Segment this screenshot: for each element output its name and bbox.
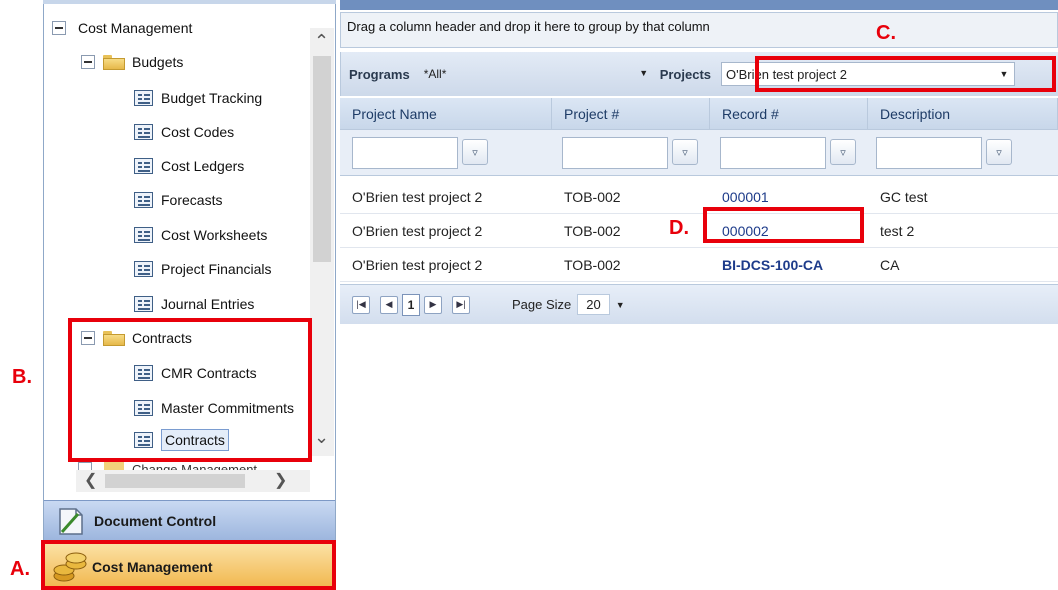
chevron-left-icon[interactable]: ❮ (84, 472, 97, 490)
collapse-icon[interactable] (52, 21, 66, 35)
document-control-label: Document Control (94, 512, 217, 529)
cell-project-number: TOB-002 (564, 257, 621, 273)
tree-item-cost-ledgers[interactable]: Cost Ledgers (134, 154, 244, 178)
tree-item-label: Project Financials (161, 261, 272, 277)
tree-item-label: Forecasts (161, 192, 223, 208)
cell-project-name: O'Brien test project 2 (352, 223, 483, 239)
annotation-label-d: D. (669, 217, 689, 239)
cell-description: CA (880, 257, 900, 273)
tree-item-label: Cost Ledgers (161, 158, 245, 174)
chevron-right-icon[interactable]: ❯ (274, 472, 287, 490)
filter-icon[interactable]: ▿ (672, 139, 698, 165)
cell-project-name: O'Brien test project 2 (352, 189, 483, 205)
programs-dropdown[interactable]: *All* ▼ (420, 62, 654, 86)
last-page-icon[interactable]: ▶| (452, 295, 470, 314)
page-size-value[interactable]: 20 (577, 294, 610, 315)
tree-node-budgets[interactable]: Budgets (81, 50, 183, 74)
tree-item-journal-entries[interactable]: Journal Entries (134, 292, 254, 316)
tree-item-cost-codes[interactable]: Cost Codes (134, 120, 234, 144)
previous-page-icon[interactable]: ◀ (380, 295, 398, 314)
next-page-icon[interactable]: ▶ (424, 295, 442, 314)
annotation-box-d (703, 207, 864, 243)
cell-project-number: TOB-002 (564, 223, 621, 239)
chevron-down-icon[interactable]: ⌄ (314, 428, 329, 446)
first-page-icon[interactable]: |◀ (352, 295, 370, 314)
annotation-box-b (68, 318, 312, 462)
panel-top-strip (43, 0, 336, 4)
annotation-box-c (755, 56, 1056, 92)
cell-project-number: TOB-002 (564, 189, 621, 205)
filter-icon[interactable]: ▿ (830, 139, 856, 165)
tree-item-cost-worksheets[interactable]: Cost Worksheets (134, 223, 267, 247)
grid-pager: |◀ ◀ 1 ▶ ▶| Page Size 20 ▼ (340, 284, 1058, 324)
vertical-scroll-thumb[interactable] (313, 56, 331, 262)
tree-item-project-financials[interactable]: Project Financials (134, 257, 272, 281)
form-icon (134, 192, 153, 208)
group-hint-text: Drag a column header and drop it here to… (347, 19, 710, 34)
filter-input-project-name[interactable] (352, 137, 458, 169)
form-icon (134, 296, 153, 312)
tree-item-forecasts[interactable]: Forecasts (134, 188, 222, 212)
chevron-up-icon[interactable]: ⌃ (314, 32, 329, 50)
cell-description: test 2 (880, 223, 915, 239)
form-icon (134, 261, 153, 277)
filter-input-project-number[interactable] (562, 137, 668, 169)
filter-input-description[interactable] (876, 137, 982, 169)
top-window-strip (340, 0, 1058, 10)
current-page-number[interactable]: 1 (402, 293, 420, 316)
cell-project-name: O'Brien test project 2 (352, 257, 483, 273)
annotation-label-b: B. (12, 366, 32, 388)
form-icon (134, 158, 153, 174)
table-row[interactable]: O'Brien test project 2 TOB-002 000001 GC… (340, 180, 1058, 214)
cell-description: GC test (880, 189, 928, 205)
horizontal-scroll-thumb[interactable] (105, 474, 245, 488)
document-control-bar[interactable]: Document Control (44, 500, 335, 540)
table-row[interactable]: O'Brien test project 2 TOB-002 000002 te… (340, 214, 1058, 248)
annotation-label-a: A. (10, 558, 30, 580)
tree-item-label: Cost Codes (161, 124, 235, 140)
column-header-record-number[interactable]: Record # (710, 98, 868, 130)
programs-value: *All* (423, 67, 447, 81)
filter-icon[interactable]: ▿ (462, 139, 488, 165)
tree-item-label: Cost Worksheets (161, 227, 268, 243)
cell-record-number-link[interactable]: BI-DCS-100-CA (710, 248, 823, 282)
form-icon (134, 227, 153, 243)
group-by-panel[interactable]: Drag a column header and drop it here to… (340, 12, 1058, 48)
programs-label: Programs (349, 66, 410, 82)
tree-node-cost-management[interactable]: Cost Management (52, 16, 192, 40)
page-size-dropdown-arrow-icon[interactable]: ▼ (616, 300, 625, 310)
annotation-label-c: C. (876, 22, 896, 44)
filter-icon[interactable]: ▿ (986, 139, 1012, 165)
dropdown-arrow-icon[interactable]: ▼ (636, 64, 652, 82)
column-header-project-name[interactable]: Project Name (340, 98, 552, 130)
tree-item-budget-tracking[interactable]: Budget Tracking (134, 86, 262, 110)
filter-input-record-number[interactable] (720, 137, 826, 169)
document-control-icon (56, 506, 86, 536)
tree-item-label: Journal Entries (161, 296, 255, 312)
form-icon (134, 124, 153, 140)
tree-node-label: Budgets (132, 54, 184, 70)
tree-node-label: Cost Management (78, 20, 193, 36)
annotation-box-a (41, 540, 336, 590)
column-header-description[interactable]: Description (868, 98, 1058, 130)
column-header-project-number[interactable]: Project # (552, 98, 710, 130)
collapse-icon[interactable] (81, 55, 95, 69)
tree-item-label: Budget Tracking (161, 90, 263, 106)
page-size-label: Page Size (512, 297, 572, 312)
form-icon (134, 90, 153, 106)
table-row[interactable]: O'Brien test project 2 TOB-002 BI-DCS-10… (340, 248, 1058, 282)
folder-icon (103, 54, 125, 70)
projects-label: Projects (659, 66, 712, 82)
